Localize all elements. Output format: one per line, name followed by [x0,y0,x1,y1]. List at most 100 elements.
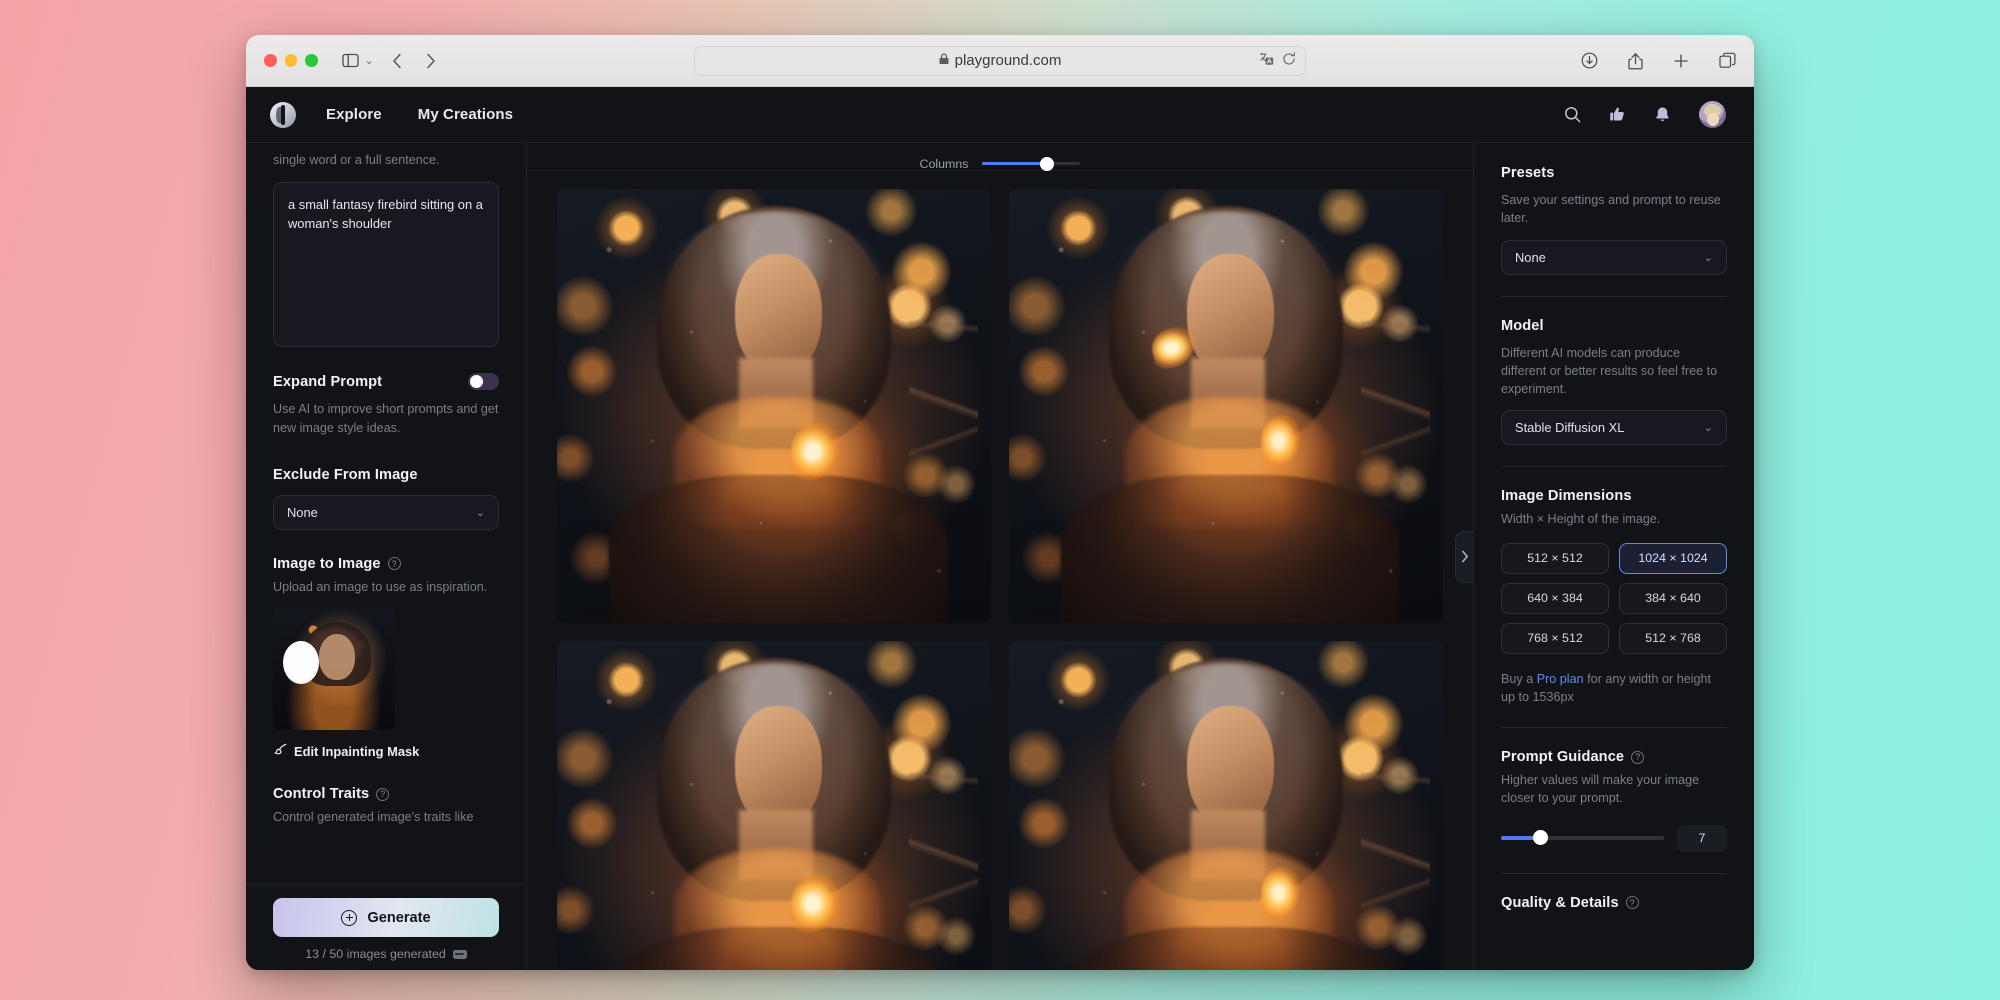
expand-prompt-toggle[interactable] [468,373,499,391]
generated-image-card[interactable] [1009,641,1443,970]
prompt-guidance-header: Prompt Guidance ? [1501,749,1727,765]
plus-circle-icon [341,909,358,926]
expand-prompt-title: Expand Prompt [273,373,383,390]
generate-status-text: 13 / 50 images generated [305,947,446,961]
top-nav-actions [1564,101,1726,128]
left-panel-scroll-area[interactable]: single word or a full sentence. a small … [246,143,526,884]
brush-icon [273,743,287,760]
edit-inpainting-mask-button[interactable]: Edit Inpainting Mask [273,743,499,760]
generate-button[interactable]: Generate [273,898,499,937]
image-dimensions-title: Image Dimensions [1501,488,1632,505]
dimension-option-1024x1024[interactable]: 1024 × 1024 [1619,542,1727,574]
url-text: playground.com [954,52,1062,69]
prompt-guidance-value[interactable]: 7 [1677,824,1727,852]
left-settings-panel: single word or a full sentence. a small … [246,143,527,970]
dimension-option-384x640[interactable]: 384 × 640 [1619,582,1727,614]
sidebar-toggle-icon[interactable] [341,53,359,68]
prompt-guidance-control: 7 [1501,824,1727,852]
chevron-down-icon: ⌄ [1703,422,1713,435]
thumbnail-art-face [319,634,355,680]
prompt-guidance-description: Higher values will make your image close… [1501,773,1700,806]
playground-logo-icon[interactable] [270,101,296,128]
bell-icon[interactable] [1654,106,1671,123]
minimize-window-button[interactable] [284,54,297,67]
dimension-option-768x512[interactable]: 768 × 512 [1501,622,1609,654]
expand-prompt-description: Use AI to improve short prompts and get … [273,402,499,435]
right-settings-panel: Presets Save your settings and prompt to… [1473,143,1754,970]
thumbs-up-icon[interactable] [1609,106,1626,123]
exclude-from-image-title: Exclude From Image [273,466,418,483]
panel-divider [1501,727,1727,728]
browser-nav-arrows [392,53,436,69]
browser-toolbar-actions [1581,52,1736,70]
forward-arrow-icon[interactable] [425,53,436,69]
dimension-option-640x384[interactable]: 640 × 384 [1501,582,1609,614]
browser-window: ⌄ playground.com Explore My Creations si… [246,35,1754,970]
dimension-option-512x768[interactable]: 512 × 768 [1619,622,1727,654]
presets-description: Save your settings and prompt to reuse l… [1501,193,1721,226]
prompt-input[interactable]: a small fantasy firebird sitting on a wo… [273,182,499,348]
dimension-option-512x512[interactable]: 512 × 512 [1501,542,1609,574]
image-dimensions-description: Width × Height of the image. [1501,512,1661,527]
edit-inpainting-mask-label: Edit Inpainting Mask [294,744,420,759]
generate-button-label: Generate [367,909,431,926]
quality-details-header: Quality & Details ? [1501,895,1727,911]
model-value: Stable Diffusion XL [1515,420,1625,436]
avatar[interactable] [1699,101,1726,128]
credits-badge-icon[interactable] [452,949,467,959]
generated-image-card[interactable] [557,641,991,970]
chevron-down-icon[interactable]: ⌄ [365,54,374,67]
translate-icon[interactable] [1259,52,1274,70]
search-icon[interactable] [1564,106,1581,123]
help-icon[interactable]: ? [376,787,390,801]
app-body: single word or a full sentence. a small … [246,143,1754,970]
reload-icon[interactable] [1282,51,1296,70]
nav-link-explore[interactable]: Explore [326,106,382,123]
control-traits-description: Control generated image's traits like [273,810,474,824]
nav-link-my-creations[interactable]: My Creations [418,106,513,123]
tab-overview-icon[interactable] [1719,52,1736,69]
pro-plan-note: Buy a Pro plan for any width or height u… [1501,670,1727,707]
generated-image-card[interactable] [557,189,991,623]
download-icon[interactable] [1581,52,1598,69]
presets-title: Presets [1501,165,1555,181]
image-grid [527,171,1473,970]
share-icon[interactable] [1628,52,1643,70]
maximize-window-button[interactable] [305,54,318,67]
prompt-guidance-slider[interactable] [1501,830,1664,846]
chevron-down-icon: ⌄ [1703,251,1713,264]
exclude-from-image-select[interactable]: None ⌄ [273,494,499,530]
exclude-from-image-value: None [287,504,318,520]
columns-slider-knob[interactable] [1040,156,1055,171]
panel-divider [1501,872,1727,874]
image-to-image-header: Image to Image ? [273,556,499,572]
new-tab-icon[interactable] [1673,53,1689,69]
expand-prompt-row: Expand Prompt [273,373,499,391]
model-select[interactable]: Stable Diffusion XL ⌄ [1501,410,1727,446]
address-bar[interactable]: playground.com [694,45,1306,76]
panel-divider [1501,295,1727,297]
pro-plan-link[interactable]: Pro plan [1537,672,1584,686]
generate-section: Generate 13 / 50 images generated [246,884,526,970]
source-image-thumbnail[interactable] [273,608,395,730]
back-arrow-icon[interactable] [392,53,403,69]
collapse-right-panel-button[interactable] [1455,530,1473,583]
pro-plan-note-prefix: Buy a [1501,671,1537,686]
prompt-guidance-title: Prompt Guidance [1501,749,1625,765]
help-icon[interactable]: ? [387,557,401,571]
control-traits-title: Control Traits [273,786,370,802]
quality-details-title: Quality & Details [1501,894,1619,911]
presets-select[interactable]: None ⌄ [1501,239,1727,275]
generate-status: 13 / 50 images generated [273,947,499,961]
columns-slider[interactable] [982,156,1081,171]
help-icon[interactable]: ? [1625,896,1639,909]
prompt-guidance-slider-knob[interactable] [1532,830,1548,846]
close-window-button[interactable] [264,54,277,67]
image-to-image-title: Image to Image [273,555,381,572]
model-description: Different AI models can produce differen… [1501,345,1718,397]
model-title: Model [1501,317,1544,334]
help-icon[interactable]: ? [1631,750,1645,764]
generated-image-card[interactable] [1009,189,1443,623]
lock-icon [939,52,949,69]
presets-value: None [1515,249,1546,265]
